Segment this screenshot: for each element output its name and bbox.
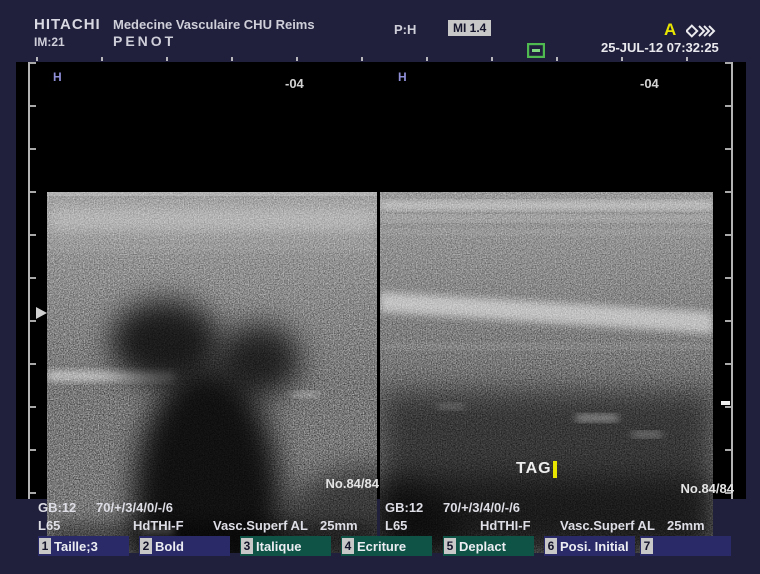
menu-button-deplact[interactable]: 5 Deplact — [443, 536, 534, 556]
annotation-text[interactable]: TAG — [516, 460, 557, 478]
left-orientation-marker: H — [53, 70, 62, 84]
left-image-params: 70/+/3/4/0/-/6 — [96, 500, 173, 515]
top-ruler-ticks — [36, 57, 736, 61]
menu-button-label: Deplact — [459, 539, 506, 554]
menu-button-label: Ecriture — [357, 539, 406, 554]
ultrasound-right-image[interactable] — [380, 192, 713, 553]
menu-button-label: Bold — [155, 539, 184, 554]
left-sonogram — [47, 192, 377, 553]
ultrasound-left-image[interactable] — [47, 192, 377, 553]
menu-button-label: Taille;3 — [54, 539, 98, 554]
menu-button-label: Posi. Initial — [560, 539, 629, 554]
left-frame-counter: No.84/84 — [289, 476, 379, 491]
right-ruler-ticks — [725, 62, 731, 499]
right-probe-name: L65 — [385, 518, 407, 533]
menu-key-badge: 4 — [342, 538, 354, 554]
right-mode: HdTHI-F — [480, 518, 531, 533]
left-gain-value: GB:12 — [38, 500, 76, 515]
ultrasound-screen: HITACHI IM:21 Medecine Vasculaire CHU Re… — [0, 0, 760, 574]
menu-button-7[interactable]: 7 — [640, 536, 731, 556]
right-depth: 25mm — [667, 518, 705, 533]
right-preset-name: Vasc.Superf AL — [560, 518, 655, 533]
image-display-area: H -04 H -04 — [16, 62, 746, 499]
annotation-label: TAG — [516, 460, 552, 478]
right-orientation-marker: H — [398, 70, 407, 84]
right-gain-offset: -04 — [640, 76, 659, 91]
right-ruler — [731, 62, 733, 499]
patient-name: PENOT — [113, 33, 176, 49]
focus-marker — [721, 401, 730, 405]
datetime: 25-JUL-12 07:32:25 — [601, 40, 719, 55]
menu-key-badge: 5 — [444, 538, 456, 554]
preset-letter: A — [664, 20, 676, 40]
menu-button-ecriture[interactable]: 4 Ecriture — [341, 536, 432, 556]
menu-key-badge: 1 — [39, 538, 51, 554]
menu-key-badge: 3 — [241, 538, 253, 554]
right-image-params: 70/+/3/4/0/-/6 — [443, 500, 520, 515]
left-probe-name: L65 — [38, 518, 60, 533]
menu-button-posi-initial[interactable]: 6 Posi. Initial — [544, 536, 635, 556]
left-depth: 25mm — [320, 518, 358, 533]
probe-indicator: P:H — [394, 22, 416, 37]
left-gain-offset: -04 — [285, 76, 304, 91]
menu-button-bold[interactable]: 2 Bold — [139, 536, 230, 556]
right-frame-counter: No.84/84 — [644, 481, 734, 496]
menu-key-badge: 2 — [140, 538, 152, 554]
left-ruler-ticks — [30, 62, 36, 499]
menu-key-badge: 7 — [641, 538, 653, 554]
left-preset-name: Vasc.Superf AL — [213, 518, 308, 533]
menu-key-badge: 6 — [545, 538, 557, 554]
menu-button-taille[interactable]: 1 Taille;3 — [38, 536, 129, 556]
mi-badge: MI 1.4 — [448, 20, 491, 36]
menu-button-italique[interactable]: 3 Italique — [240, 536, 331, 556]
right-gain-value: GB:12 — [385, 500, 423, 515]
left-mode: HdTHI-F — [133, 518, 184, 533]
right-sonogram — [380, 192, 713, 553]
image-counter: IM:21 — [34, 35, 65, 49]
menu-button-label: Italique — [256, 539, 302, 554]
focus-depth-arrow-icon — [36, 307, 47, 319]
brand-logo: HITACHI — [34, 16, 101, 33]
institution-name: Medecine Vasculaire CHU Reims — [113, 17, 315, 32]
text-cursor — [553, 461, 557, 478]
